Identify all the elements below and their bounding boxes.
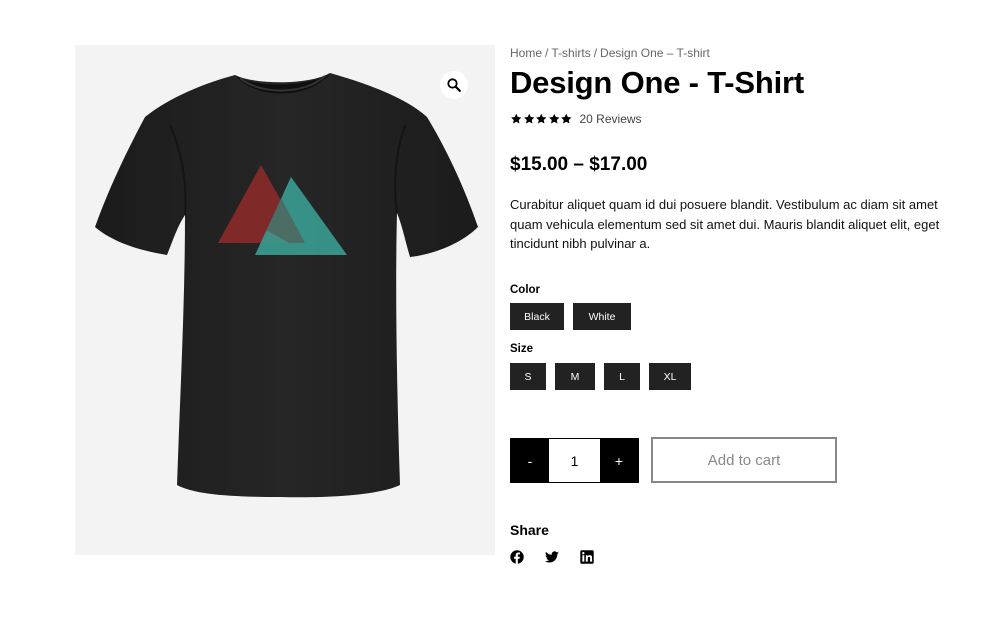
color-swatch-black[interactable]: Black	[510, 303, 564, 330]
product-price: $15.00 – $17.00	[510, 154, 648, 175]
share-title: Share	[510, 522, 549, 538]
size-swatch-m[interactable]: M	[555, 363, 595, 390]
color-label: Color	[510, 284, 541, 296]
quantity-increase-button[interactable]: +	[600, 439, 638, 482]
rating: 20 Reviews	[510, 111, 950, 127]
magnifier-icon	[447, 78, 461, 92]
star-rating	[510, 113, 573, 125]
size-label: Size	[510, 343, 534, 355]
product-summary: Home / T-shirts / Design One – T-shirt Desig…	[510, 44, 950, 564]
breadcrumb: Home / T-shirts / Design One – T-shirt	[510, 44, 950, 62]
product-image	[95, 73, 478, 498]
product-title: Design One - T-Shirt	[510, 65, 804, 100]
star-icon	[511, 113, 522, 124]
breadcrumb-separator: /	[593, 46, 598, 60]
color-swatch-white[interactable]: White	[573, 303, 631, 330]
add-to-cart-button[interactable]: Add to cart	[651, 437, 837, 483]
facebook-icon[interactable]	[510, 550, 524, 564]
zoom-button[interactable]	[440, 71, 468, 99]
linkedin-icon[interactable]	[580, 550, 594, 564]
quantity-decrease-button[interactable]: -	[511, 439, 549, 482]
quantity-stepper: - +	[510, 438, 639, 483]
twitter-icon[interactable]	[545, 550, 559, 564]
product-description: Curabitur aliquet quam id dui posuere bl…	[510, 197, 940, 251]
star-icon	[561, 113, 572, 124]
size-swatch-l[interactable]: L	[604, 363, 640, 390]
star-icon	[536, 113, 547, 124]
size-swatch-s[interactable]: S	[510, 363, 546, 390]
breadcrumb-separator: /	[545, 46, 549, 60]
color-swatches: Black White	[510, 303, 631, 330]
breadcrumb-tshirts[interactable]: T-shirts	[551, 46, 590, 60]
breadcrumb-current: Design One – T-shirt	[600, 46, 710, 60]
share-icons	[510, 550, 594, 564]
star-icon	[548, 113, 559, 124]
size-swatches: S M L XL	[510, 363, 691, 390]
star-icon	[523, 113, 534, 124]
reviews-link[interactable]: 20 Reviews	[580, 112, 642, 126]
size-swatch-xl[interactable]: XL	[649, 363, 691, 390]
quantity-input[interactable]	[549, 439, 600, 482]
product-gallery	[75, 45, 495, 555]
breadcrumb-home[interactable]: Home	[510, 46, 542, 60]
